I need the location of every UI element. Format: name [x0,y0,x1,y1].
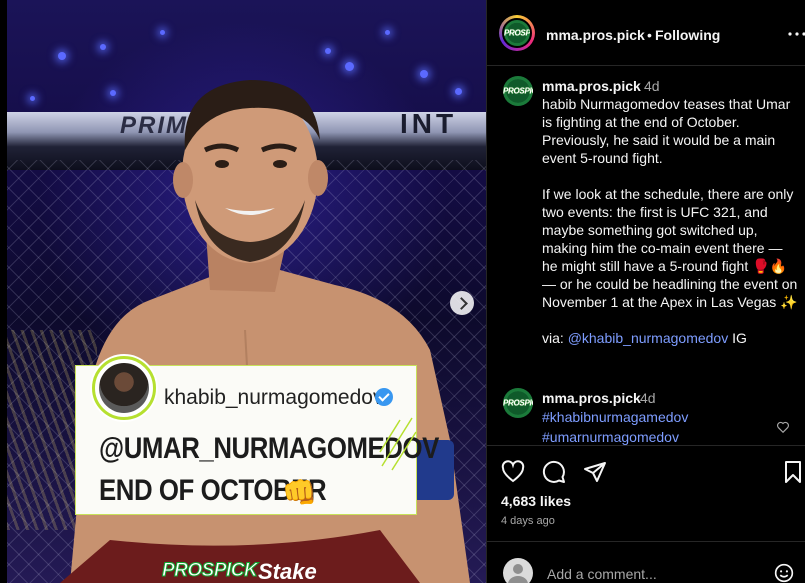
comment-avatar[interactable]: PROSPICK [503,388,533,418]
quote-card-decoration [379,417,417,471]
post-age[interactable]: 4 days ago [501,515,555,527]
save-bookmark-icon[interactable] [781,460,805,484]
avatar-logo-text: PROSPICK [503,398,533,408]
quote-avatar [92,356,156,420]
caption-paragraph-2: If we look at the schedule, there are on… [542,186,798,310]
comment-timestamp[interactable]: 4d [640,390,656,406]
fist-emoji: 👊 [282,477,317,508]
hashtag-link-1[interactable]: #khabibnurmagamedov [542,408,688,426]
emoji-picker-icon[interactable] [774,563,794,583]
following-button[interactable]: Following [655,27,720,43]
comment-box-divider [487,541,805,542]
like-count[interactable]: 4,683 likes [501,493,571,509]
quote-handle: khabib_nurmagomedov [164,386,384,409]
prospick-brand-mark: PROSPICK [161,560,258,582]
via-suffix: IG [728,330,747,346]
post-side-panel: PROSPICK mma.pros.pick • Following PROSP… [486,0,805,583]
caption-paragraph-1: habib Nurmagomedov teases that Umar is f… [542,96,791,166]
next-slide-button[interactable] [450,291,474,315]
caption-avatar[interactable]: PROSPICK [503,76,533,106]
via-prefix: via: [542,330,568,346]
stake-brand-mark: Stake [258,559,317,583]
like-heart-icon[interactable] [501,460,525,484]
via-mention-link[interactable]: @khabib_nurmagomedov [568,330,729,346]
avatar-logo-text: PROSPICK [504,28,532,38]
hashtag-link-2[interactable]: #umarnurmagomedov [542,428,679,446]
current-user-avatar [503,558,533,583]
avatar-logo-text: PROSPICK [503,86,533,96]
caption-via: via: @khabib_nurmagomedov IG [542,329,800,347]
header-divider [487,65,805,66]
comment-like-heart-icon[interactable] [776,420,790,434]
actions-divider [487,445,805,446]
comment-bubble-icon[interactable] [542,460,566,484]
caption-text: habib Nurmagomedov teases that Umar is f… [542,95,800,347]
caption-timestamp[interactable]: 4d [644,78,660,94]
comment-username[interactable]: mma.pros.pick [542,390,641,406]
post-media[interactable]: PRIME INT khabib_nurmagomedov @UMAR_NURM… [0,0,486,583]
header-username[interactable]: mma.pros.pick [546,27,645,43]
share-paper-plane-icon[interactable] [583,460,607,484]
header-separator-dot: • [647,27,652,43]
more-options-icon[interactable] [787,24,805,44]
verified-badge-icon [375,388,393,406]
add-comment-input[interactable] [547,566,747,582]
account-avatar[interactable]: PROSPICK [502,18,532,48]
caption-username[interactable]: mma.pros.pick [542,78,641,94]
